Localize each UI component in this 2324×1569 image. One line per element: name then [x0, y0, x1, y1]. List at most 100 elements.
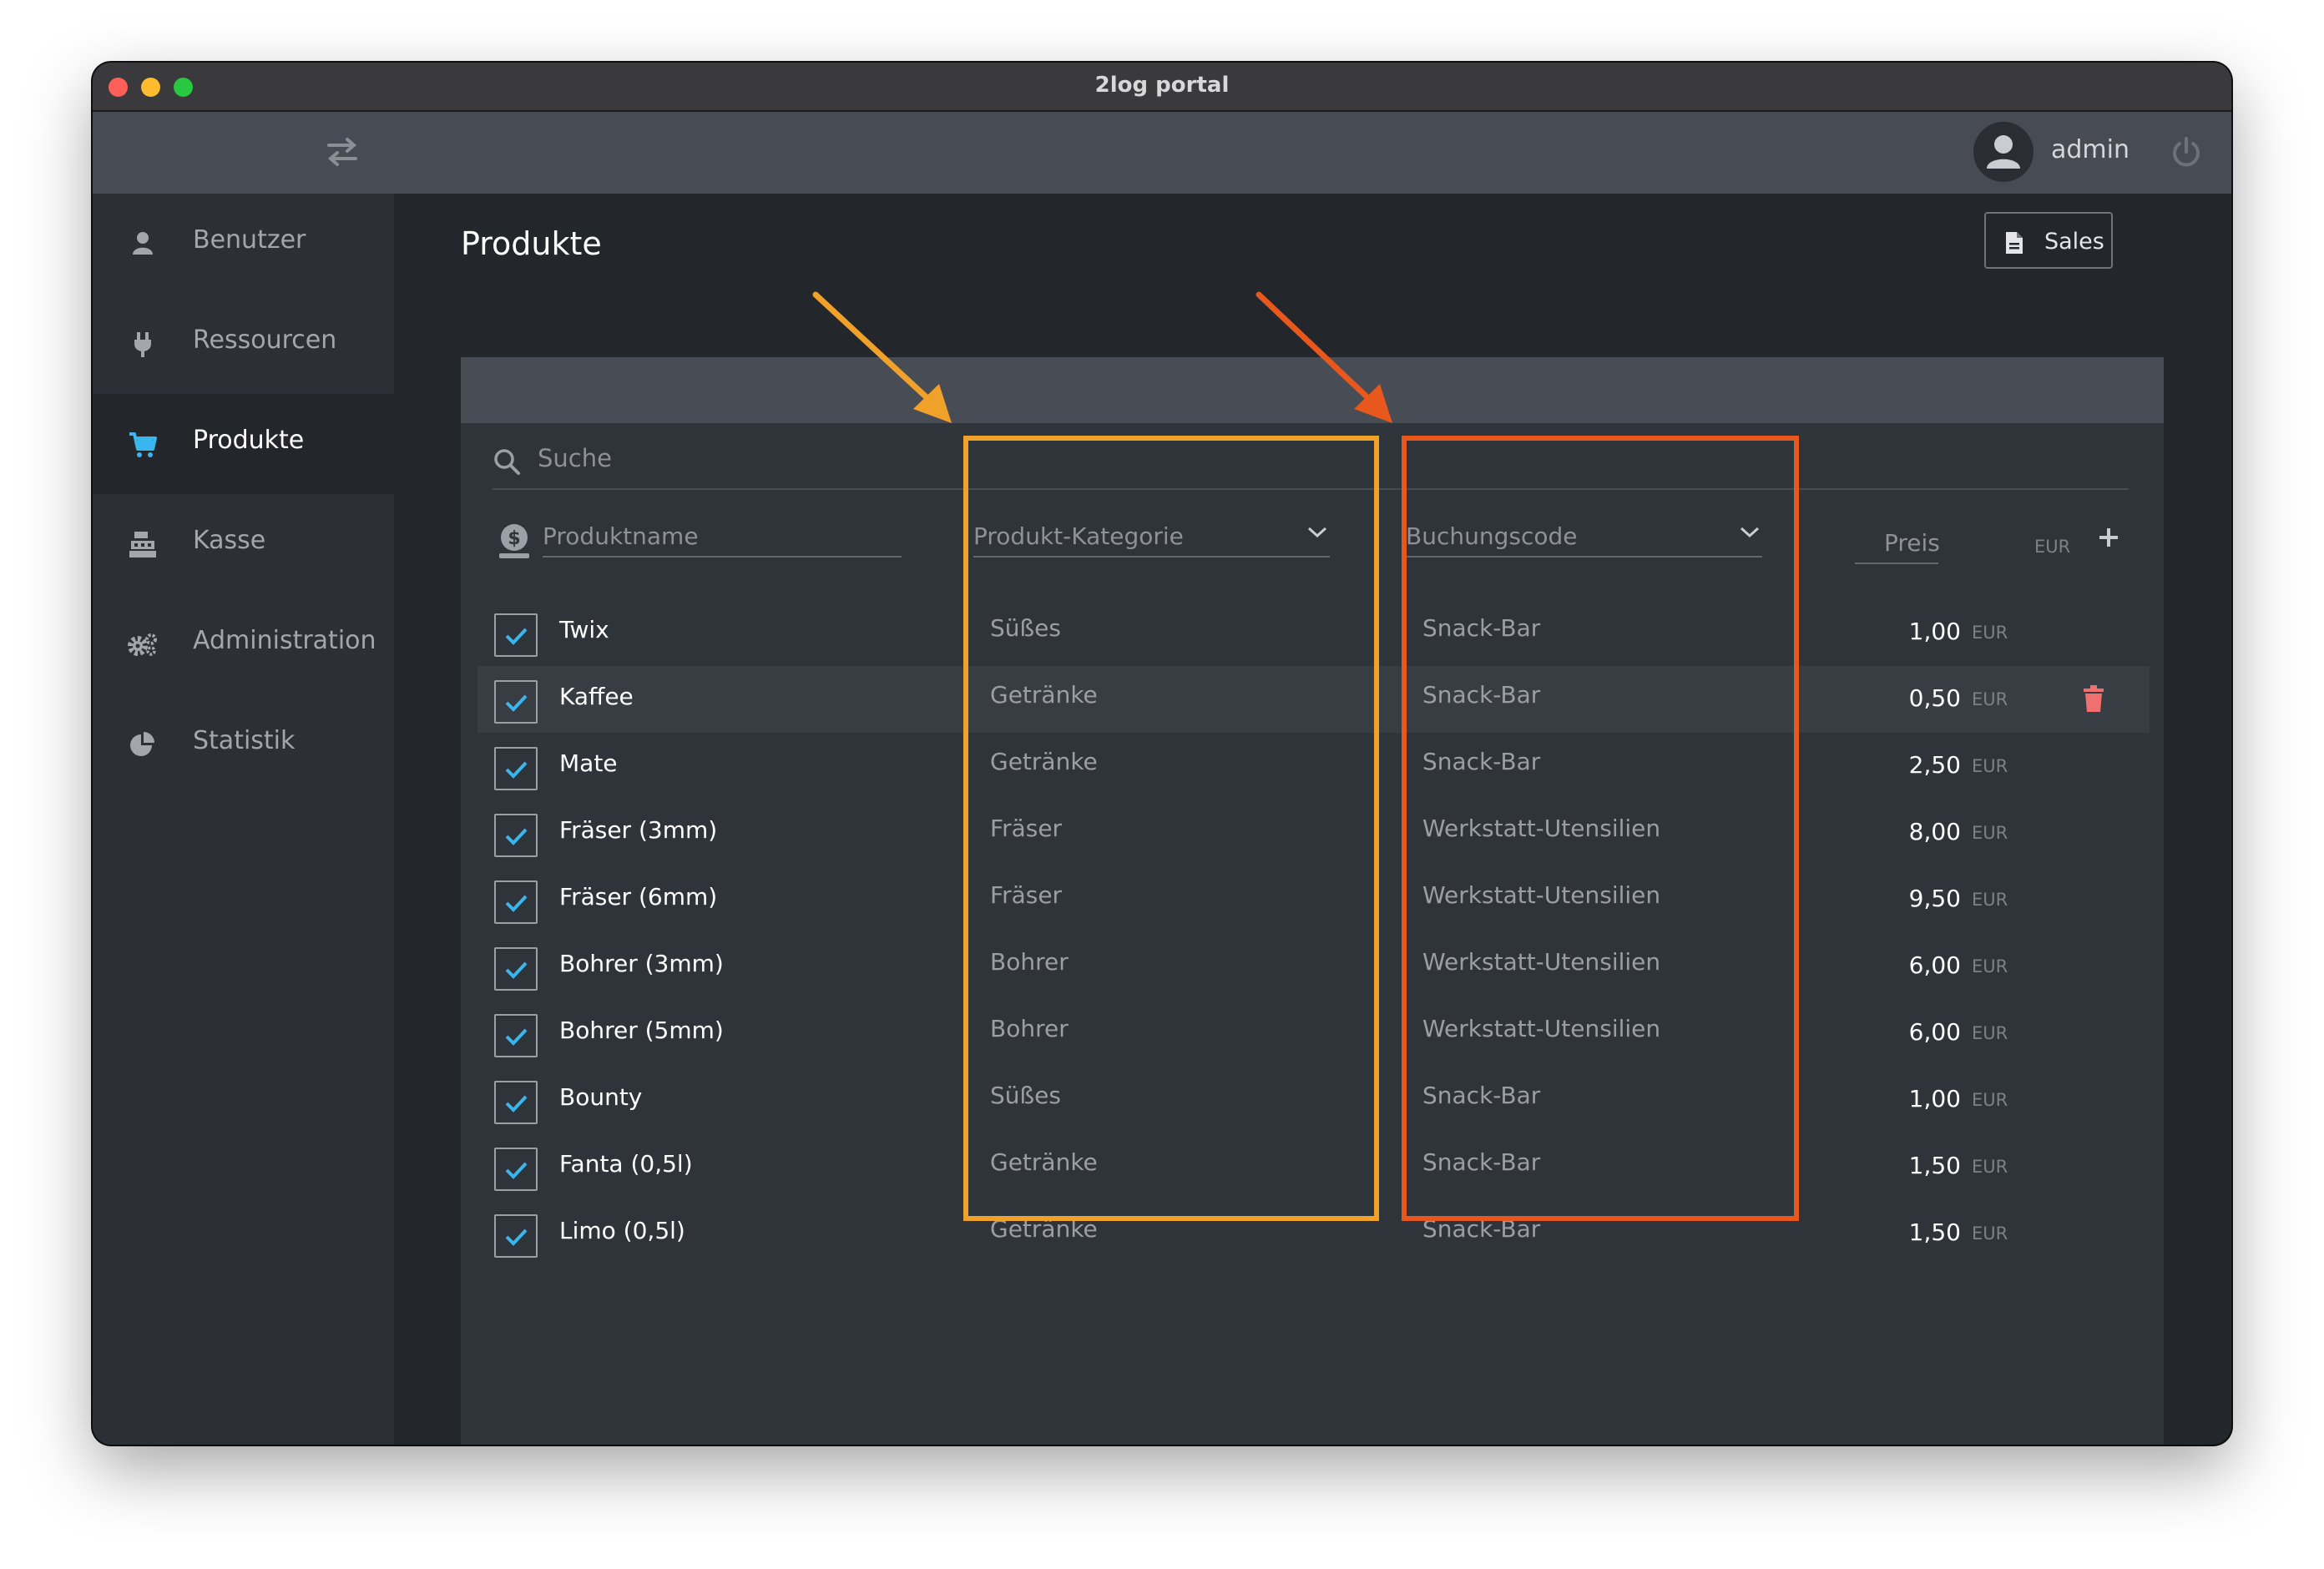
product-active-checkbox[interactable]	[494, 814, 538, 857]
sidebar-item-produkte[interactable]: Produkte	[93, 394, 394, 494]
power-icon[interactable]	[2169, 135, 2204, 174]
booking-code-select[interactable]: Buchungscode	[1406, 514, 1762, 557]
product-category-select[interactable]: Produkt-Kategorie	[973, 514, 1330, 557]
product-price[interactable]: 2,50	[1730, 751, 1961, 779]
product-name[interactable]: Bohrer (5mm)	[559, 1017, 724, 1044]
product-name[interactable]: Kaffee	[559, 683, 634, 710]
table-row[interactable]: Bounty Süßes Snack-Bar 1,00 EUR	[477, 1067, 2150, 1133]
booking-code[interactable]: Snack-Bar	[1422, 614, 1540, 642]
checkmark-icon	[505, 1028, 528, 1046]
product-active-checkbox[interactable]	[494, 947, 538, 991]
product-price[interactable]: 0,50	[1730, 684, 1961, 712]
product-category[interactable]: Getränke	[990, 748, 1098, 775]
table-row[interactable]: Twix Süßes Snack-Bar 1,00 EUR	[477, 599, 2150, 666]
product-price[interactable]: 1,50	[1730, 1218, 1961, 1246]
sidebar-item-label: Produkte	[193, 426, 305, 455]
svg-text:$: $	[508, 528, 520, 549]
table-row[interactable]: Mate Getränke Snack-Bar 2,50 EUR	[477, 733, 2150, 800]
product-category[interactable]: Bohrer	[990, 948, 1069, 976]
products-panel: $ Produktname Produkt-Kategorie Buchungs…	[461, 357, 2164, 1445]
product-category[interactable]: Bohrer	[990, 1015, 1069, 1042]
product-currency: EUR	[1972, 623, 2008, 643]
chevron-down-icon	[1740, 527, 1760, 538]
money-icon: $	[499, 524, 529, 558]
product-active-checkbox[interactable]	[494, 880, 538, 924]
product-price[interactable]: 6,00	[1730, 1018, 1961, 1046]
product-active-checkbox[interactable]	[494, 1214, 538, 1258]
user-avatar-icon	[1987, 135, 2020, 169]
product-name[interactable]: Bounty	[559, 1083, 642, 1111]
table-row[interactable]: Fanta (0,5l) Getränke Snack-Bar 1,50 EUR	[477, 1133, 2150, 1200]
booking-code[interactable]: Werkstatt-Utensilien	[1422, 881, 1660, 909]
booking-code[interactable]: Snack-Bar	[1422, 681, 1540, 709]
search-input[interactable]	[536, 441, 1291, 476]
avatar[interactable]	[1973, 122, 2034, 182]
table-row[interactable]: Fräser (6mm) Fräser Werkstatt-Utensilien 9,…	[477, 866, 2150, 933]
booking-code[interactable]: Snack-Bar	[1422, 1082, 1540, 1109]
product-name[interactable]: Fräser (3mm)	[559, 816, 717, 844]
title-bar: 2log portal	[93, 63, 2231, 112]
sidebar-item-ressourcen[interactable]: Ressourcen	[93, 294, 394, 394]
product-price[interactable]: 1,00	[1730, 1085, 1961, 1112]
add-icon[interactable]	[2095, 524, 2122, 551]
toggle-sidebar-icon[interactable]	[324, 134, 361, 174]
product-category[interactable]: Fräser	[990, 881, 1062, 909]
product-active-checkbox[interactable]	[494, 747, 538, 790]
booking-code[interactable]: Werkstatt-Utensilien	[1422, 1015, 1660, 1042]
sidebar-item-kasse[interactable]: Kasse	[93, 494, 394, 594]
table-row[interactable]: Bohrer (3mm) Bohrer Werkstatt-Utensilien 6,…	[477, 933, 2150, 1000]
product-active-checkbox[interactable]	[494, 1081, 538, 1124]
username[interactable]: admin	[2051, 135, 2129, 164]
table-row[interactable]: Bohrer (5mm) Bohrer Werkstatt-Utensilien 6,…	[477, 1000, 2150, 1067]
price-field[interactable]: Preis	[1855, 521, 1940, 564]
booking-code[interactable]: Werkstatt-Utensilien	[1422, 948, 1660, 976]
app-window: 2log portal admin Benutzer Ressourcen Pr…	[93, 63, 2231, 1445]
booking-code[interactable]: Werkstatt-Utensilien	[1422, 815, 1660, 842]
product-category[interactable]: Getränke	[990, 1148, 1098, 1176]
booking-code[interactable]: Snack-Bar	[1422, 1148, 1540, 1176]
checkmark-icon	[505, 1228, 528, 1246]
cart-icon	[129, 432, 157, 457]
search-divider	[493, 488, 2129, 490]
product-active-checkbox[interactable]	[494, 680, 538, 724]
table-row[interactable]: Limo (0,5l) Getränke Snack-Bar 1,50 EUR	[477, 1200, 2150, 1267]
table-row[interactable]: Kaffee Getränke Snack-Bar 0,50 EUR	[477, 666, 2150, 733]
product-category[interactable]: Süßes	[990, 614, 1061, 642]
checkmark-icon	[505, 694, 528, 712]
table-row[interactable]: Fräser (3mm) Fräser Werkstatt-Utensilien 8,…	[477, 800, 2150, 866]
sales-button[interactable]: Sales	[1984, 212, 2113, 269]
product-name[interactable]: Bohrer (3mm)	[559, 950, 724, 977]
product-name-field[interactable]: Produktname	[543, 514, 902, 557]
product-name[interactable]: Twix	[559, 616, 609, 643]
product-active-checkbox[interactable]	[494, 613, 538, 657]
checkmark-icon	[505, 1095, 528, 1112]
sidebar-item-benutzer[interactable]: Benutzer	[93, 194, 394, 294]
product-price[interactable]: 1,50	[1730, 1152, 1961, 1179]
register-icon	[129, 532, 156, 557]
booking-code[interactable]: Snack-Bar	[1422, 1215, 1540, 1243]
product-category[interactable]: Fräser	[990, 815, 1062, 842]
sidebar-item-label: Ressourcen	[193, 325, 337, 355]
product-price[interactable]: 6,00	[1730, 951, 1961, 979]
top-bar: admin	[93, 112, 2231, 194]
checkmark-icon	[505, 761, 528, 779]
trash-icon[interactable]	[2082, 684, 2105, 713]
product-category[interactable]: Süßes	[990, 1082, 1061, 1109]
sidebar-item-statistik[interactable]: Statistik	[93, 694, 394, 795]
booking-code[interactable]: Snack-Bar	[1422, 748, 1540, 775]
sidebar-item-label: Administration	[193, 626, 376, 655]
product-price[interactable]: 8,00	[1730, 818, 1961, 845]
product-price[interactable]: 9,50	[1730, 885, 1961, 912]
sidebar-item-administration[interactable]: Administration	[93, 594, 394, 694]
product-category[interactable]: Getränke	[990, 681, 1098, 709]
currency-label: EUR	[2034, 537, 2071, 557]
product-price[interactable]: 1,00	[1730, 618, 1961, 645]
product-category[interactable]: Getränke	[990, 1215, 1098, 1243]
product-name[interactable]: Fanta (0,5l)	[559, 1150, 693, 1178]
product-name[interactable]: Fräser (6mm)	[559, 883, 717, 911]
main-content: Produkte Sales $ P	[394, 194, 2231, 1445]
product-active-checkbox[interactable]	[494, 1148, 538, 1191]
product-name[interactable]: Limo (0,5l)	[559, 1217, 685, 1244]
product-name[interactable]: Mate	[559, 749, 618, 777]
product-active-checkbox[interactable]	[494, 1014, 538, 1057]
